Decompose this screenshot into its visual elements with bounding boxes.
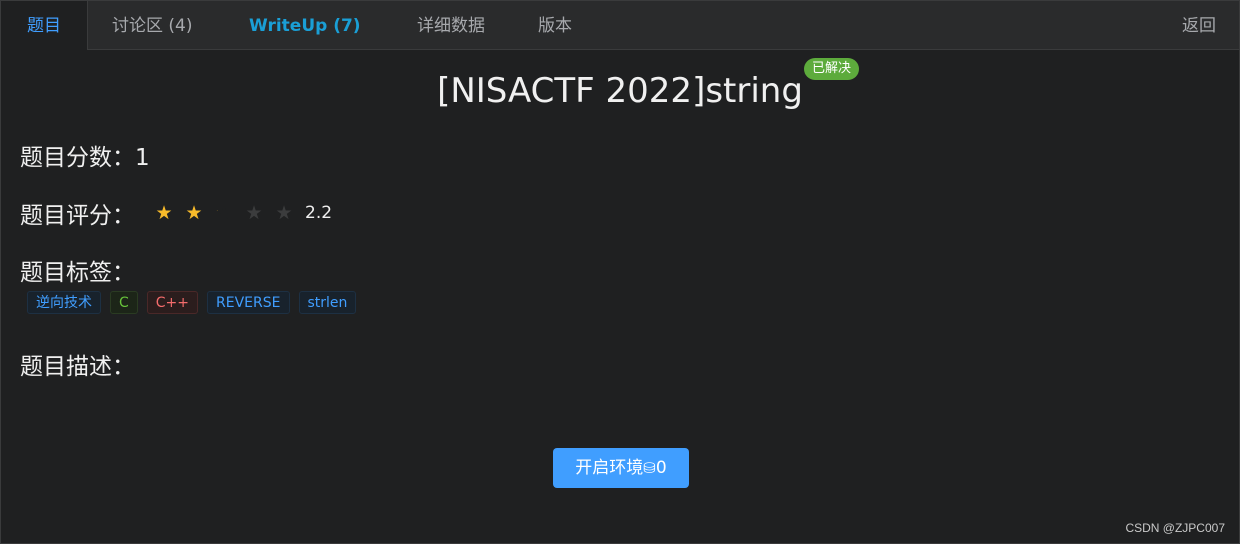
rating-value: 2.2: [305, 203, 333, 223]
tags-label: 题目标签：: [20, 260, 135, 286]
star-icon[interactable]: ★: [183, 200, 205, 226]
star-icon[interactable]: ★: [273, 200, 295, 226]
star-icon[interactable]: ★: [243, 200, 265, 226]
tag-item[interactable]: strlen: [298, 291, 357, 314]
tab-writeup[interactable]: WriteUp (7): [249, 1, 361, 49]
rating-stars[interactable]: ★ ★ ★ ★ ★: [153, 200, 303, 226]
challenge-page: 题目 讨论区 (4) WriteUp (7) 详细数据 版本 返回 [NISAC…: [0, 0, 1240, 544]
star-icon[interactable]: ★: [153, 200, 175, 226]
tab-details[interactable]: 详细数据: [417, 1, 485, 49]
tab-bar: 题目 讨论区 (4) WriteUp (7) 详细数据 版本 返回: [1, 1, 1239, 50]
score-value: 1: [135, 145, 150, 171]
rating-label: 题目评分：: [20, 203, 135, 229]
tab-problem[interactable]: 题目: [1, 1, 88, 50]
back-link[interactable]: 返回: [1182, 1, 1216, 49]
description-label: 题目描述：: [20, 354, 135, 380]
start-environment-label: 开启环境: [575, 458, 644, 478]
score-label: 题目分数：: [20, 145, 135, 171]
star-icon[interactable]: ★: [213, 200, 235, 226]
challenge-title: [NISACTF 2022]string: [437, 71, 803, 111]
environment-cost: 0: [655, 458, 667, 478]
tag-item[interactable]: 逆向技术: [27, 291, 101, 314]
tag-item[interactable]: C: [110, 291, 138, 314]
coin-icon: ⛁: [643, 459, 656, 477]
tag-item[interactable]: C++: [146, 291, 199, 314]
tag-item[interactable]: REVERSE: [207, 291, 290, 314]
score-row: 题目分数：1: [20, 138, 150, 172]
watermark: CSDN @ZJPC007: [1125, 521, 1225, 535]
tab-discussion[interactable]: 讨论区 (4): [112, 1, 192, 49]
start-environment-button[interactable]: 开启环境⛁0: [553, 448, 689, 488]
tab-version[interactable]: 版本: [538, 1, 572, 49]
solved-badge: 已解决: [804, 58, 860, 80]
tag-list: 逆向技术 C C++ REVERSE strlen: [27, 291, 365, 314]
